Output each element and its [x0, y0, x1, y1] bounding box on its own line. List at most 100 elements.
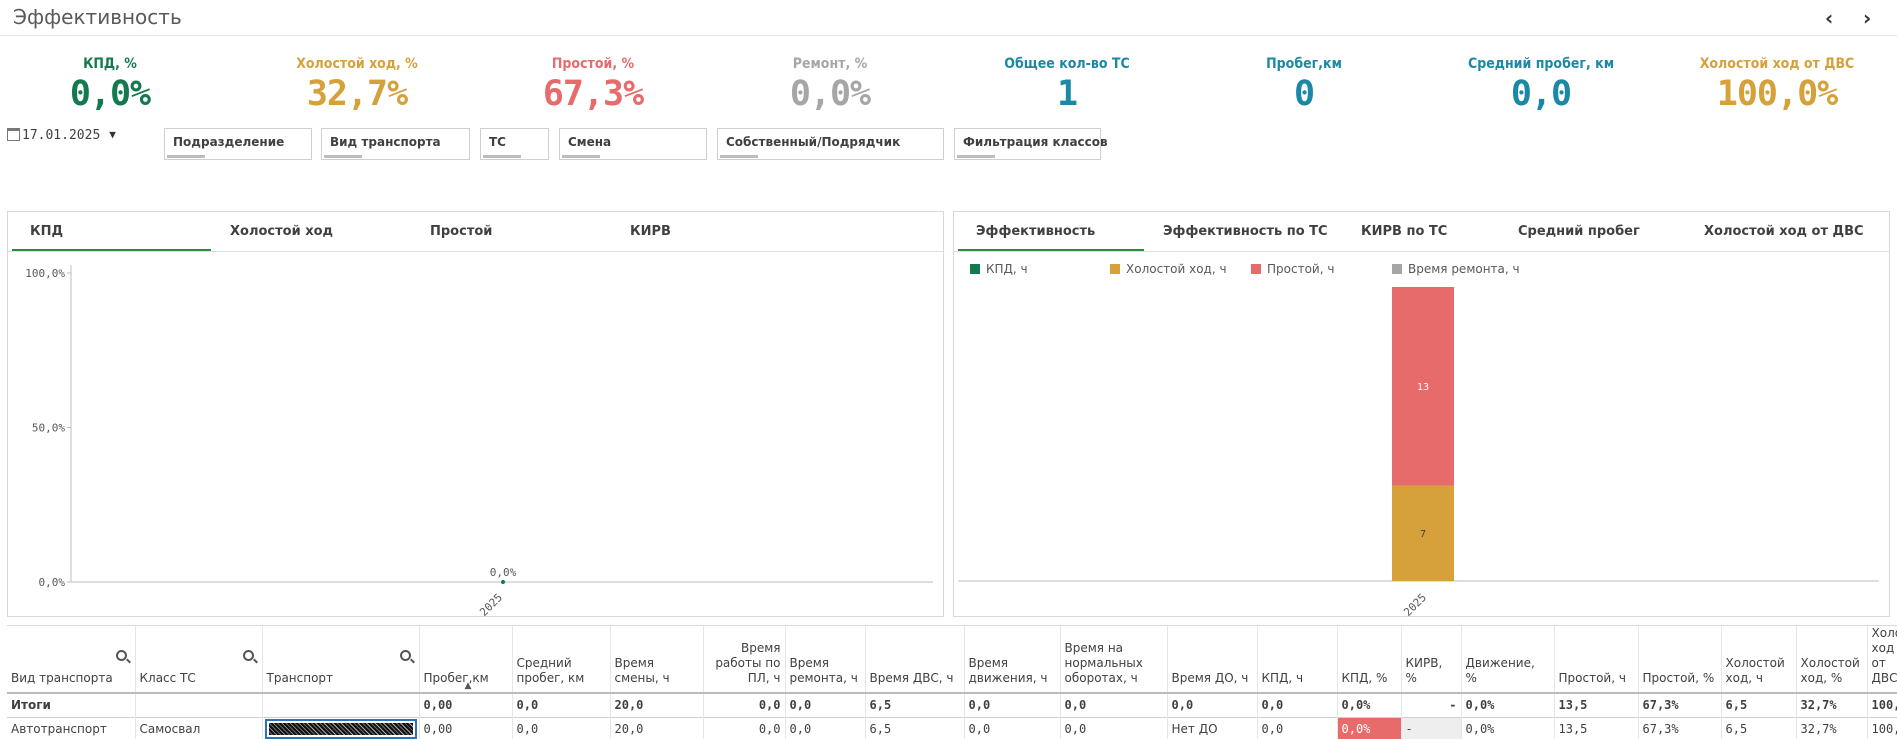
kpi-mileage[interactable]: Пробег,км 0: [1194, 56, 1414, 116]
filter-owner-contractor[interactable]: Собственный/Подрядчик: [717, 128, 944, 160]
kpi-vehicle-count[interactable]: Общее кол-во ТС 1: [957, 56, 1177, 116]
column-header[interactable]: Движение, %: [1461, 626, 1555, 693]
table-cell[interactable]: 0,0: [512, 716, 611, 739]
table-cell[interactable]: 32,7%: [1796, 692, 1868, 717]
column-header[interactable]: КПД, ч: [1257, 626, 1338, 693]
table-cell[interactable]: 0,0: [1257, 692, 1338, 717]
kpi-idle-of-engine[interactable]: Холостой ход от ДВС 100,0%: [1667, 56, 1887, 116]
table-cell[interactable]: [135, 692, 263, 717]
table-cell[interactable]: 67,3%: [1638, 692, 1722, 717]
table-totals-row[interactable]: Итоги 0,00 0,0 20,0 0,0 0,0 6,5 0,0 0,0 0,0 0,0 0,0…: [7, 692, 1897, 717]
next-sheet-button[interactable]: ›: [1863, 6, 1871, 30]
table-cell[interactable]: 0,0%: [1461, 692, 1555, 717]
column-header[interactable]: Время ремонта, ч: [785, 626, 866, 693]
column-header[interactable]: КИРВ, %: [1401, 626, 1462, 693]
tab-kirv[interactable]: КИРВ: [612, 212, 811, 251]
table-cell[interactable]: Автотранспорт: [7, 716, 136, 739]
table-cell[interactable]: -: [1401, 716, 1462, 739]
kpi-efficiency[interactable]: КПД, % 0,0%: [0, 56, 220, 116]
filter-class[interactable]: Фильтрация классов: [954, 128, 1108, 160]
tab-average-mileage[interactable]: Средний пробег: [1500, 212, 1685, 251]
kpi-average-mileage[interactable]: Средний пробег, км 0,0: [1431, 56, 1651, 116]
filter-vehicle[interactable]: ТС: [480, 128, 549, 160]
tab-efficiency[interactable]: КПД: [12, 212, 211, 251]
column-header[interactable]: Вид транспорта: [7, 626, 136, 693]
tab-idle[interactable]: Холостой ход: [212, 212, 411, 251]
table-cell[interactable]: 6,5: [865, 692, 965, 717]
tab-effectiveness-by-vehicle[interactable]: Эффективность по ТС: [1145, 212, 1342, 251]
table-cell[interactable]: 6,5: [865, 716, 965, 739]
tab-kirv-by-vehicle[interactable]: КИРВ по ТС: [1343, 212, 1499, 251]
table-cell[interactable]: 13,5: [1554, 692, 1639, 717]
column-header[interactable]: Холостой ход, ч: [1721, 626, 1797, 693]
table-cell[interactable]: 100,0%: [1867, 716, 1897, 739]
table-cell[interactable]: 67,3%: [1638, 716, 1722, 739]
table-row[interactable]: Автотранспорт Самосвал 0,00 0,0 20,0 0,0 0,0 6,…: [7, 716, 1897, 739]
sort-ascending-icon[interactable]: ▲: [465, 679, 472, 694]
table-cell[interactable]: 13,5: [1554, 716, 1639, 739]
table-cell[interactable]: 0,0: [1167, 692, 1258, 717]
table-cell[interactable]: Нет ДО: [1167, 716, 1258, 739]
filter-shift[interactable]: Смена: [559, 128, 707, 160]
search-icon[interactable]: [242, 650, 254, 661]
table-cell[interactable]: 0,0: [964, 716, 1061, 739]
kpi-idle[interactable]: Холостой ход, % 32,7%: [247, 56, 467, 116]
column-header[interactable]: Класс ТС: [135, 626, 263, 693]
filter-transport-type[interactable]: Вид транспорта: [321, 128, 470, 160]
column-header[interactable]: Транспорт: [262, 626, 420, 693]
chevron-down-icon[interactable]: ▼: [109, 128, 116, 141]
table-cell[interactable]: 0,0: [1060, 716, 1168, 739]
data-table: Вид транспорта Класс ТС Транспорт Пробег,км…: [7, 625, 1897, 739]
table-cell[interactable]: 6,5: [1721, 692, 1797, 717]
table-cell[interactable]: 0,0%: [1337, 692, 1402, 717]
column-header[interactable]: Пробег,км ▲: [419, 626, 513, 694]
kpi-value: 67,3%: [542, 74, 644, 114]
table-cell[interactable]: 0,0: [512, 692, 611, 717]
previous-sheet-button[interactable]: ‹: [1825, 6, 1833, 30]
table-cell[interactable]: 0,0%: [1337, 716, 1402, 739]
column-header[interactable]: Время движения, ч: [964, 626, 1061, 693]
column-header-label: КПД, ч: [1261, 671, 1304, 685]
column-header[interactable]: Средний пробег, км: [512, 626, 611, 693]
table-cell[interactable]: 0,0: [703, 692, 786, 717]
filter-department[interactable]: Подразделение: [164, 128, 312, 160]
column-header[interactable]: Время ДО, ч: [1167, 626, 1258, 693]
table-cell[interactable]: 100,0%: [1867, 692, 1897, 717]
table-cell[interactable]: 0,0%: [1461, 716, 1555, 739]
search-icon[interactable]: [115, 650, 127, 661]
table-cell[interactable]: 0,0: [964, 692, 1061, 717]
efficiency-line-chart: 100,0% 50,0% 0,0% 0,0% 17.01.2025: [25, 265, 933, 617]
table-cell[interactable]: 0,00: [419, 716, 513, 739]
table-cell[interactable]: 32,7%: [1796, 716, 1868, 739]
table-cell[interactable]: 0,0: [1060, 692, 1168, 717]
tab-idle-of-engine[interactable]: Холостой ход от ДВС: [1686, 212, 1886, 251]
table-cell[interactable]: 6,5: [1721, 716, 1797, 739]
table-cell[interactable]: -: [1401, 692, 1462, 717]
table-cell[interactable]: 20,0: [610, 692, 704, 717]
table-cell[interactable]: 0,0: [703, 716, 786, 739]
date-filter[interactable]: 17.01.2025 ▼: [7, 128, 116, 143]
column-header[interactable]: Холостой ход от ДВС: [1867, 626, 1897, 693]
table-cell[interactable]: 0,0: [785, 692, 866, 717]
kpi-downtime[interactable]: Простой, % 67,3%: [483, 56, 703, 116]
table-cell[interactable]: 20,0: [610, 716, 704, 739]
column-header[interactable]: Время смены, ч: [610, 626, 704, 693]
table-cell[interactable]: 0,0: [1257, 716, 1338, 739]
redacted-vehicle-cell[interactable]: [262, 716, 420, 739]
table-cell[interactable]: 0,0: [785, 716, 866, 739]
search-icon[interactable]: [399, 650, 411, 661]
kpi-repair[interactable]: Ремонт, % 0,0%: [720, 56, 940, 116]
tab-effectiveness[interactable]: Эффективность: [958, 212, 1144, 251]
column-header[interactable]: Время работы по ПЛ, ч: [703, 626, 786, 693]
column-header[interactable]: Время ДВС, ч: [865, 626, 965, 693]
tab-downtime[interactable]: Простой: [412, 212, 611, 251]
table-cell[interactable]: Самосвал: [135, 716, 263, 739]
column-header[interactable]: Простой, ч: [1554, 626, 1639, 693]
table-cell[interactable]: 0,00: [419, 692, 513, 717]
table-cell[interactable]: [262, 692, 420, 717]
column-header[interactable]: Время на нормальных оборотах, ч: [1060, 626, 1168, 693]
column-header[interactable]: Простой, %: [1638, 626, 1722, 693]
table-cell[interactable]: Итоги: [7, 692, 136, 717]
column-header[interactable]: КПД, %: [1337, 626, 1402, 693]
column-header[interactable]: Холостой ход, %: [1796, 626, 1868, 693]
